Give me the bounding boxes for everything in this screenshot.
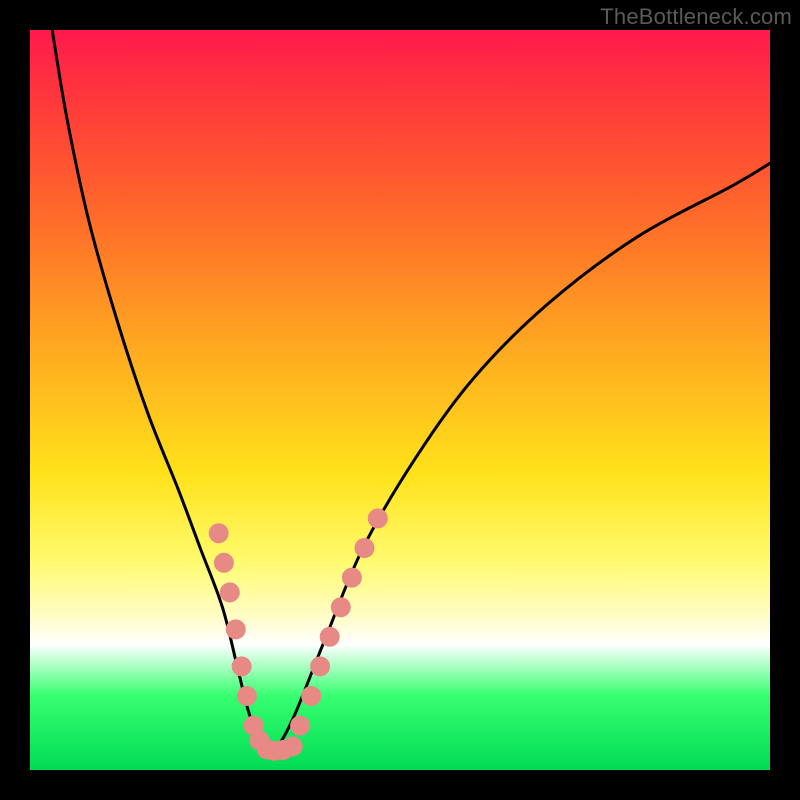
marker-dot xyxy=(220,582,240,602)
bottleneck-curve xyxy=(52,30,770,752)
marker-dot xyxy=(237,686,257,706)
marker-dot xyxy=(283,736,303,756)
marker-dot xyxy=(331,597,351,617)
marker-dot xyxy=(354,538,374,558)
marker-dot xyxy=(342,568,362,588)
marker-dot xyxy=(209,523,229,543)
marker-dot xyxy=(226,619,246,639)
watermark-text: TheBottleneck.com xyxy=(600,4,792,30)
marker-layer xyxy=(209,508,388,760)
marker-dot xyxy=(214,553,234,573)
chart-svg xyxy=(30,30,770,770)
curve-layer xyxy=(52,30,770,752)
marker-dot xyxy=(301,686,321,706)
marker-dot xyxy=(368,508,388,528)
marker-dot xyxy=(290,716,310,736)
marker-dot xyxy=(320,627,340,647)
marker-dot xyxy=(232,656,252,676)
chart-stage: TheBottleneck.com xyxy=(0,0,800,800)
marker-dot xyxy=(310,656,330,676)
